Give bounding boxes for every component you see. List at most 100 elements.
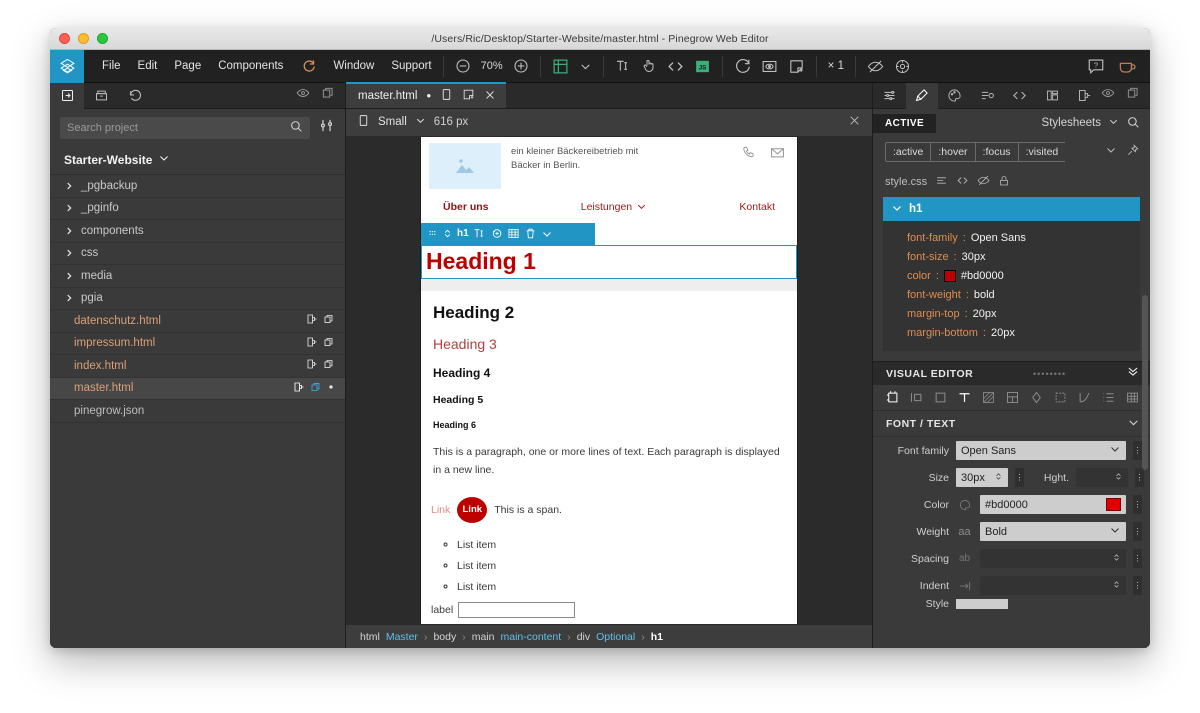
close-tab-icon[interactable] xyxy=(484,89,496,104)
breadcrumb-item-body[interactable]: body xyxy=(433,631,456,643)
line-height-stepper[interactable] xyxy=(1076,468,1128,487)
tab-library[interactable] xyxy=(1036,83,1069,109)
color-input[interactable]: #bd0000 xyxy=(980,495,1126,514)
css-declaration[interactable]: margin-bottom : 20px xyxy=(883,323,1140,342)
open-file-icon[interactable] xyxy=(293,381,305,396)
duplicate-file-icon[interactable] xyxy=(323,358,335,373)
menu-edit[interactable]: Edit xyxy=(138,60,158,72)
tab-colors[interactable] xyxy=(938,83,971,109)
tab-project-files[interactable] xyxy=(50,82,84,109)
breadcrumb-item-h1[interactable]: h1 xyxy=(651,631,663,643)
menu-file[interactable]: File xyxy=(102,60,121,72)
pseudo-visited[interactable]: :visited xyxy=(1017,142,1066,162)
target-settings-icon[interactable] xyxy=(894,58,911,75)
edit-text-icon[interactable] xyxy=(473,227,486,240)
duplicate-file-icon[interactable] xyxy=(323,313,335,328)
tab-master-html[interactable]: master.html • xyxy=(346,82,506,108)
chevron-right-icon[interactable] xyxy=(64,248,74,258)
tree-file-datenschutz[interactable]: datenschutz.html xyxy=(50,310,345,333)
nav-item-leistungen-label[interactable]: Leistungen xyxy=(581,201,632,213)
tab-components-panel[interactable] xyxy=(1068,83,1101,109)
preview-plain-link[interactable]: Link xyxy=(431,504,450,516)
coffee-support-icon[interactable] xyxy=(1118,57,1137,76)
stepper-arrows-icon[interactable] xyxy=(1114,471,1123,485)
chevron-down-icon[interactable] xyxy=(891,202,903,217)
zoom-in-icon[interactable] xyxy=(513,58,529,74)
stylesheets-selector[interactable]: Stylesheets xyxy=(1042,115,1140,132)
list-item[interactable]: List item xyxy=(457,539,789,551)
drag-dots[interactable]: •••••••• xyxy=(1033,369,1066,379)
mail-icon[interactable] xyxy=(770,145,785,189)
size-stepper[interactable]: 30px xyxy=(956,468,1008,487)
transition-icon[interactable] xyxy=(1077,390,1092,405)
tree-folder-pgia[interactable]: pgia xyxy=(50,288,345,310)
chevron-right-icon[interactable] xyxy=(64,226,74,236)
css-declaration[interactable]: color : #bd0000 xyxy=(883,266,1140,285)
hide-eye-icon[interactable] xyxy=(867,58,884,75)
tab-style[interactable] xyxy=(905,82,939,109)
tree-folder-pgbackup[interactable]: _pgbackup xyxy=(50,175,345,198)
reload-icon[interactable] xyxy=(734,58,751,75)
stepper-arrows-icon[interactable] xyxy=(1112,552,1121,566)
nav-item-ueber-uns[interactable]: Über uns xyxy=(443,201,489,213)
help-icon[interactable]: ? xyxy=(1087,57,1105,75)
nav-item-leistungen[interactable]: Leistungen xyxy=(581,201,647,213)
typography-icon[interactable] xyxy=(957,390,972,405)
viewport-size-label[interactable]: Small xyxy=(378,116,407,128)
nav-item-kontakt[interactable]: Kontakt xyxy=(739,201,775,213)
search-box[interactable] xyxy=(60,117,310,139)
chevron-down-icon[interactable] xyxy=(636,201,647,212)
chevron-down-icon[interactable] xyxy=(1108,116,1119,130)
menu-page[interactable]: Page xyxy=(174,60,201,72)
breadcrumb-item-div[interactable]: div xyxy=(577,631,590,643)
chevron-right-icon[interactable] xyxy=(64,181,74,191)
spacing-menu-dots[interactable]: ⋮ xyxy=(1133,549,1142,568)
color-swatch[interactable] xyxy=(1106,498,1121,511)
menu-support[interactable]: Support xyxy=(391,60,431,72)
open-in-window-icon[interactable] xyxy=(462,88,475,104)
selected-h1-element[interactable]: Heading 1 xyxy=(421,244,797,280)
pseudo-focus[interactable]: :focus xyxy=(974,142,1018,162)
css-declaration[interactable]: margin-top : 20px xyxy=(883,304,1140,323)
tree-folder-pginfo[interactable]: _pginfo xyxy=(50,198,345,220)
active-badge[interactable]: ACTIVE xyxy=(873,113,937,133)
effects-icon[interactable] xyxy=(1029,390,1044,405)
chevron-down-icon[interactable] xyxy=(1109,443,1121,458)
multiplier-label[interactable]: × 1 xyxy=(828,60,844,72)
eye-icon[interactable] xyxy=(1101,86,1115,105)
search-icon[interactable] xyxy=(1126,115,1140,132)
color-palette-icon[interactable] xyxy=(956,498,973,512)
sync-refresh-icon[interactable] xyxy=(301,59,316,74)
search-icon[interactable] xyxy=(289,119,303,138)
tree-file-impressum[interactable]: impressum.html xyxy=(50,333,345,355)
chevron-right-icon[interactable] xyxy=(64,203,74,213)
stylesheet-code-icon[interactable] xyxy=(956,174,969,190)
weight-select[interactable]: Bold xyxy=(980,522,1126,541)
tab-project-history[interactable] xyxy=(118,83,152,109)
project-name-row[interactable]: Starter-Website xyxy=(50,146,345,175)
weight-menu-dots[interactable]: ⋮ xyxy=(1133,522,1142,541)
pin-icon[interactable] xyxy=(1126,143,1140,162)
inspector-scrollbar[interactable] xyxy=(1142,295,1148,470)
tree-folder-media[interactable]: media xyxy=(50,265,345,288)
duplicate-file-icon[interactable] xyxy=(310,381,322,396)
open-file-icon[interactable] xyxy=(306,313,318,328)
device-preview-icon[interactable] xyxy=(440,88,453,104)
hand-select-icon[interactable] xyxy=(641,58,657,74)
eye-icon[interactable] xyxy=(296,86,310,105)
preview-heading-4[interactable]: Heading 4 xyxy=(433,366,789,380)
grid-layout-icon[interactable] xyxy=(552,58,569,75)
css-declaration[interactable]: font-size : 30px xyxy=(883,247,1140,266)
phone-icon[interactable] xyxy=(742,145,756,189)
add-element-icon[interactable] xyxy=(490,227,503,240)
spacing-icon[interactable] xyxy=(909,390,924,405)
breadcrumb-class-master[interactable]: Master xyxy=(386,631,418,643)
tab-text-settings[interactable] xyxy=(971,83,1004,109)
more-options-icon[interactable] xyxy=(541,228,553,240)
stylesheet-list-icon[interactable] xyxy=(935,174,948,190)
preview-heading-3[interactable]: Heading 3 xyxy=(433,336,789,352)
indent-menu-dots[interactable]: ⋮ xyxy=(1133,576,1142,595)
spacing-stepper[interactable] xyxy=(980,549,1126,568)
layout-grid-icon[interactable] xyxy=(1005,390,1020,405)
javascript-icon[interactable]: JS xyxy=(694,58,711,75)
